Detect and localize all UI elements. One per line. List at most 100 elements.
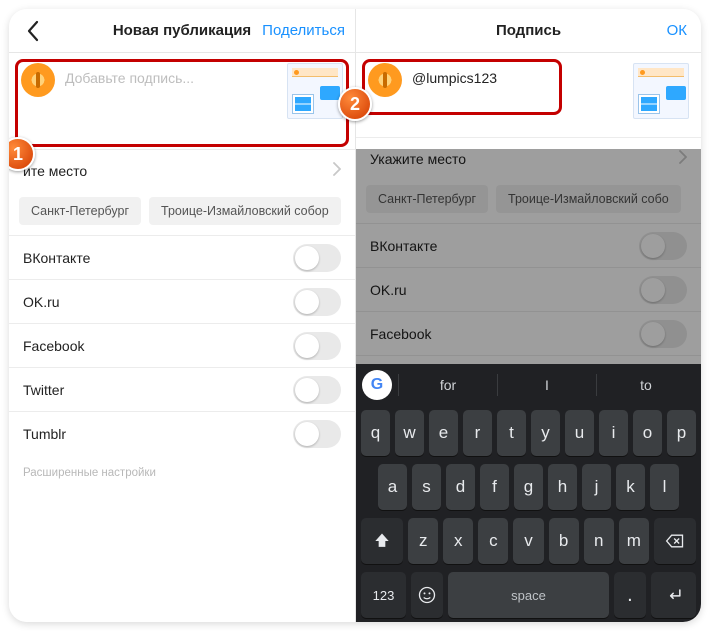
key-j[interactable]: j [582,464,611,510]
share-row-ok[interactable]: OK.ru [9,279,355,323]
share-label: OK.ru [370,282,407,298]
key-r[interactable]: r [463,410,492,456]
key-d[interactable]: d [446,464,475,510]
caption-row[interactable]: @lumpics123 [356,53,701,137]
key-w[interactable]: w [395,410,424,456]
screen-new-post: Новая публикация Поделиться Добавьте под… [9,9,355,622]
key-shift[interactable] [361,518,403,564]
key-k[interactable]: k [616,464,645,510]
add-location-row[interactable]: Укажите место [356,137,701,179]
caption-row[interactable]: Добавьте подпись... [9,53,355,149]
toggle[interactable] [639,232,687,260]
key-t[interactable]: t [497,410,526,456]
caption-input[interactable]: @lumpics123 [412,63,633,86]
location-chips: Санкт-Петербург Троице-Измайловский собо… [9,191,355,235]
key-enter[interactable] [651,572,696,618]
chevron-right-icon [679,150,687,167]
post-thumbnail[interactable] [287,63,343,119]
enter-icon [664,585,684,605]
google-icon[interactable]: G [362,370,392,400]
key-emoji[interactable] [411,572,443,618]
chevron-left-icon [26,20,40,42]
key-z[interactable]: z [408,518,438,564]
share-row-fb[interactable]: Facebook [356,311,701,355]
keyboard-suggestion[interactable]: to [596,374,695,396]
screen-caption-edit: Подпись ОК 2 @lumpics123 Укажите место С… [355,9,701,622]
step-badge-2: 2 [338,87,372,121]
key-c[interactable]: c [478,518,508,564]
key-b[interactable]: b [549,518,579,564]
share-label: OK.ru [23,294,60,310]
key-g[interactable]: g [514,464,543,510]
key-period[interactable]: . [614,572,646,618]
key-y[interactable]: y [531,410,560,456]
keyboard-suggestion-bar: G for I to [356,364,701,406]
header-title: Новая публикация [113,22,251,39]
toggle[interactable] [293,288,341,316]
key-x[interactable]: x [443,518,473,564]
key-o[interactable]: o [633,410,662,456]
key-h[interactable]: h [548,464,577,510]
keyboard-suggestion[interactable]: I [497,374,596,396]
share-label: Twitter [23,382,64,398]
location-chip[interactable]: Санкт-Петербург [366,185,488,213]
keyboard-row: z x c v b n m [356,514,701,568]
header: Подпись ОК [356,9,701,53]
share-row-vk[interactable]: ВКонтакте [9,235,355,279]
share-row-tumblr[interactable]: Tumblr [9,411,355,455]
key-s[interactable]: s [412,464,441,510]
key-f[interactable]: f [480,464,509,510]
key-space[interactable]: space [448,572,609,618]
key-numbers[interactable]: 123 [361,572,406,618]
toggle[interactable] [293,420,341,448]
key-backspace[interactable] [654,518,696,564]
share-row-ok[interactable]: OK.ru [356,267,701,311]
key-m[interactable]: m [619,518,649,564]
location-chip[interactable]: Санкт-Петербург [19,197,141,225]
keyboard-suggestion[interactable]: for [398,374,497,396]
key-l[interactable]: l [650,464,679,510]
backspace-icon [665,531,685,551]
add-location-label: Укажите место [370,151,466,167]
key-e[interactable]: e [429,410,458,456]
emoji-icon [417,585,437,605]
avatar [21,63,55,97]
share-label: Tumblr [23,426,66,442]
back-button[interactable] [15,9,51,52]
add-location-row[interactable]: ите место [9,149,355,191]
share-row-tw[interactable]: Twitter [9,367,355,411]
keyboard-row: 123 space . [356,568,701,622]
toggle[interactable] [639,276,687,304]
key-a[interactable]: a [378,464,407,510]
caption-input[interactable]: Добавьте подпись... [65,63,287,86]
toggle[interactable] [293,244,341,272]
toggle[interactable] [639,320,687,348]
advanced-settings[interactable]: Расширенные настройки [9,455,355,491]
add-location-label: ите место [23,163,87,179]
keyboard-row: q w e r t y u i o p [356,406,701,460]
share-action[interactable]: Поделиться [262,9,345,52]
key-u[interactable]: u [565,410,594,456]
location-chip[interactable]: Троице-Измайловский собо [496,185,681,213]
toggle[interactable] [293,332,341,360]
share-row-fb[interactable]: Facebook [9,323,355,367]
avatar [368,63,402,97]
keyboard[interactable]: G for I to q w e r t y u i o p a s d [356,364,701,622]
chevron-right-icon [333,162,341,179]
key-i[interactable]: i [599,410,628,456]
shift-icon [372,531,392,551]
key-p[interactable]: p [667,410,696,456]
ok-action[interactable]: ОК [667,9,687,52]
location-chip[interactable]: Троице-Измайловский собор [149,197,341,225]
location-chips: Санкт-Петербург Троице-Измайловский собо [356,179,701,223]
key-v[interactable]: v [513,518,543,564]
share-label: ВКонтакте [23,250,90,266]
share-label: Facebook [370,326,431,342]
post-thumbnail[interactable] [633,63,689,119]
share-row-vk[interactable]: ВКонтакте [356,223,701,267]
key-q[interactable]: q [361,410,390,456]
key-n[interactable]: n [584,518,614,564]
toggle[interactable] [293,376,341,404]
header-title: Подпись [496,22,561,39]
header: Новая публикация Поделиться [9,9,355,53]
